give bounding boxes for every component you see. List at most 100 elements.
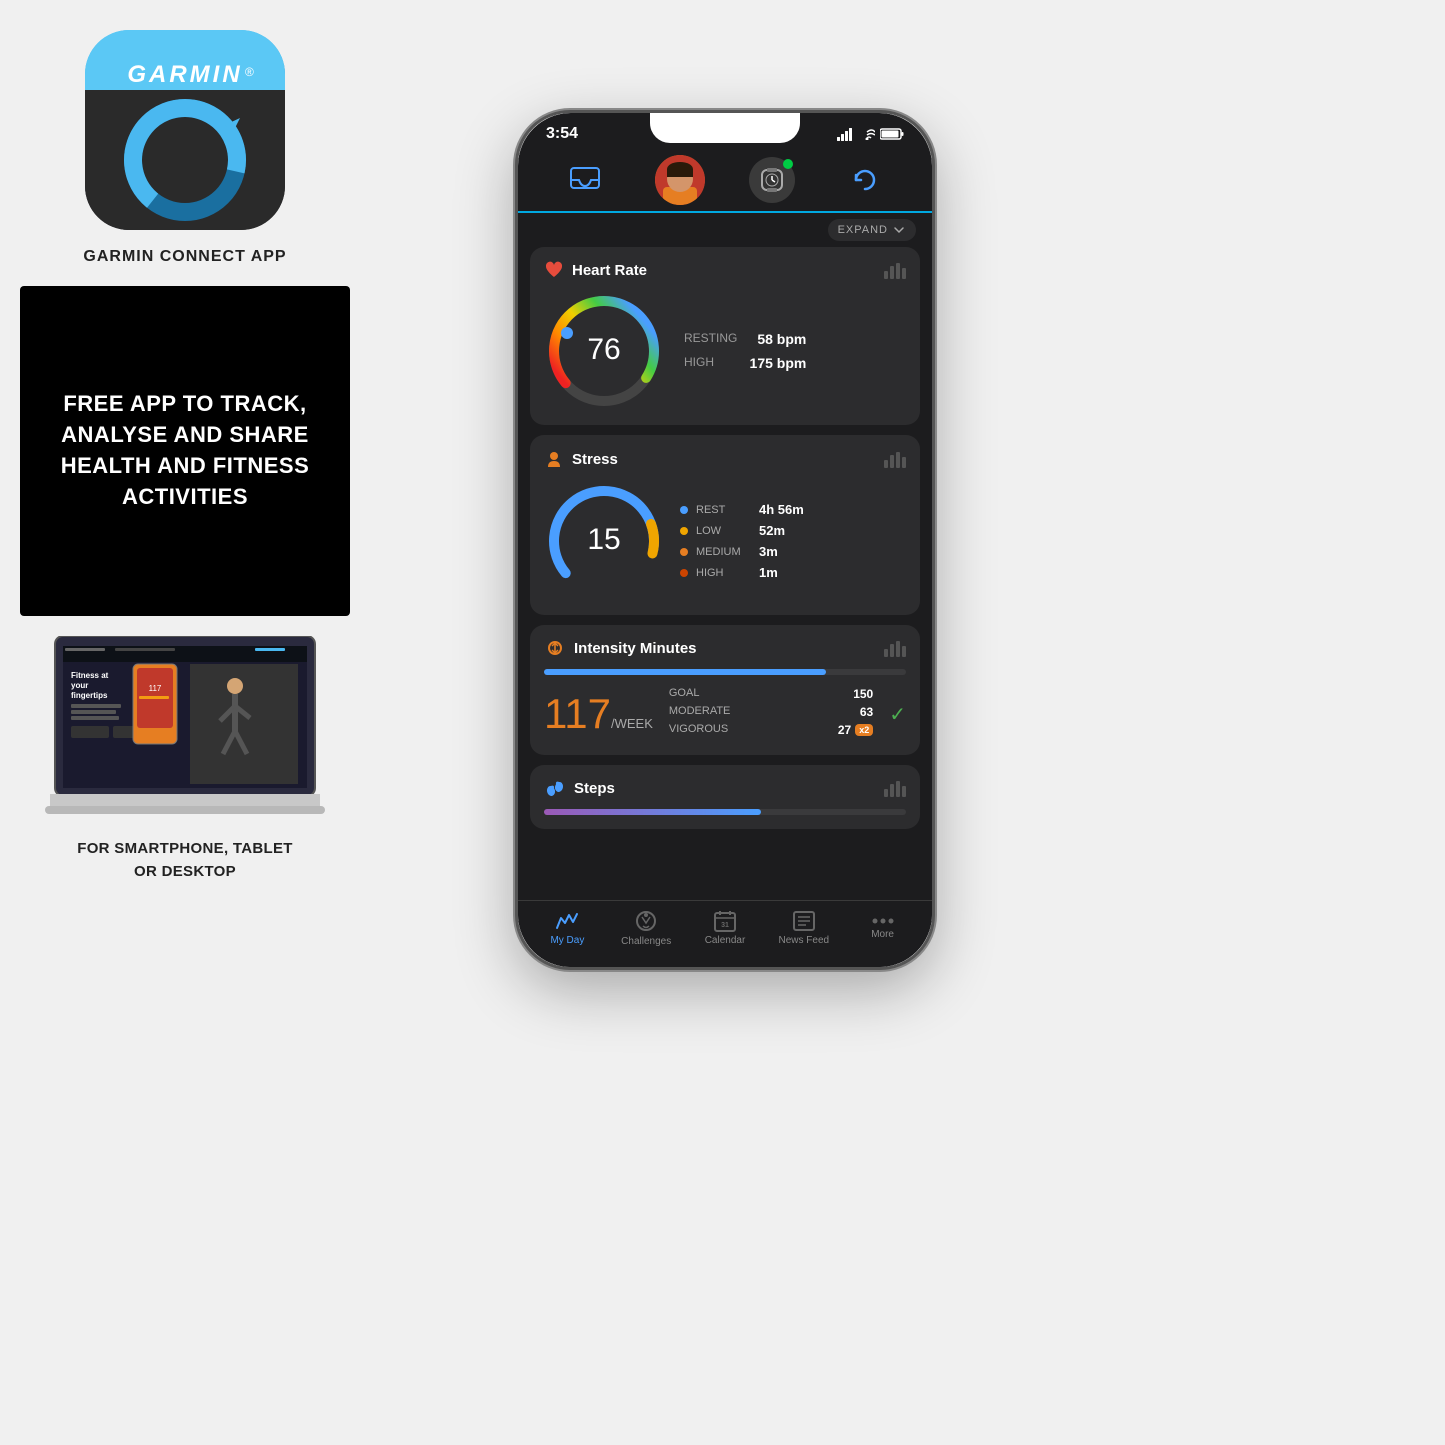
right-panel: 3:54 xyxy=(370,0,1080,1080)
stress-gauge: 15 xyxy=(544,481,664,601)
nav-bar xyxy=(518,147,932,213)
hr-gauge-svg: 76 xyxy=(544,291,664,411)
phone-screen: 3:54 xyxy=(518,113,932,967)
nav-refresh[interactable] xyxy=(840,155,890,205)
tab-my-day[interactable]: My Day xyxy=(528,910,607,946)
low-dot xyxy=(680,527,688,535)
medium-label: MEDIUM xyxy=(696,546,751,558)
goal-value: 150 xyxy=(853,687,873,701)
low-stress-row: LOW 52m xyxy=(680,523,804,538)
svg-text:15: 15 xyxy=(587,523,620,556)
svg-text:76: 76 xyxy=(587,333,620,366)
rest-stress-row: REST 4h 56m xyxy=(680,502,804,517)
laptop-panel: Fitness at your fingertips 117 xyxy=(20,636,350,883)
chart-icon-stress xyxy=(884,450,906,468)
stress-body: 15 REST 4h 56m LOW xyxy=(544,481,906,601)
black-panel-text: FREE APP TO TRACK, ANALYSE AND SHARE HEA… xyxy=(20,369,350,532)
laptop-subtitle: FOR SMARTPHONE, TABLET OR DESKTOP xyxy=(77,838,292,883)
avatar-svg xyxy=(655,155,705,205)
nav-inbox[interactable] xyxy=(560,155,610,205)
intensity-bar-bg xyxy=(544,669,906,675)
svg-text:31: 31 xyxy=(721,922,729,929)
battery-icon xyxy=(880,128,904,140)
svg-text:®: ® xyxy=(245,65,254,79)
my-day-icon xyxy=(555,910,579,932)
intensity-icon xyxy=(544,639,566,657)
black-panel: FREE APP TO TRACK, ANALYSE AND SHARE HEA… xyxy=(20,286,350,616)
svg-text:GARMIN: GARMIN xyxy=(127,61,242,88)
intensity-title: Intensity Minutes xyxy=(574,640,697,657)
user-avatar[interactable] xyxy=(655,155,705,205)
challenges-icon xyxy=(634,909,658,933)
check-mark: ✓ xyxy=(889,702,906,727)
connected-indicator xyxy=(783,159,793,169)
intensity-body: 117/WEEK GOAL 150 MODERATE 63 xyxy=(544,687,906,741)
intensity-stats: GOAL 150 MODERATE 63 VIGOROUS 27 xyxy=(669,687,873,741)
high-stress-row: HIGH 1m xyxy=(680,565,804,580)
intensity-header: Intensity Minutes xyxy=(544,639,906,657)
heart-rate-header: Heart Rate xyxy=(544,261,906,279)
news-feed-label: News Feed xyxy=(779,935,830,946)
resting-hr-row: RESTING 58 bpm xyxy=(684,331,806,347)
status-icons xyxy=(837,128,904,141)
svg-text:Fitness at: Fitness at xyxy=(71,671,109,680)
steps-header: Steps xyxy=(544,779,906,797)
medium-stress-row: MEDIUM 3m xyxy=(680,544,804,559)
steps-title-row: Steps xyxy=(544,779,615,797)
x2-badge: x2 xyxy=(855,724,873,736)
medium-dot xyxy=(680,548,688,556)
intensity-bar-fill xyxy=(544,669,826,675)
moderate-row: MODERATE 63 xyxy=(669,705,873,719)
stress-card: Stress xyxy=(530,435,920,615)
refresh-icon xyxy=(851,166,879,194)
goal-label: GOAL xyxy=(669,687,700,701)
more-icon xyxy=(871,916,895,926)
app-icon: GARMIN ® xyxy=(85,30,285,230)
watch-icon-container[interactable] xyxy=(749,157,795,203)
intensity-card: Intensity Minutes xyxy=(530,625,920,755)
tab-calendar[interactable]: 31 Calendar xyxy=(686,910,765,946)
rest-label: REST xyxy=(696,504,751,516)
high-hr-value: 175 bpm xyxy=(750,355,807,371)
calendar-icon: 31 xyxy=(713,910,737,932)
high-hr-label: HIGH xyxy=(684,355,714,371)
intensity-number-group: 117/WEEK xyxy=(544,690,653,738)
resting-label: RESTING xyxy=(684,331,737,347)
tab-news-feed[interactable]: News Feed xyxy=(764,910,843,946)
app-icon-wrapper: GARMIN ® xyxy=(85,30,285,230)
stress-header: Stress xyxy=(544,449,906,469)
my-day-label: My Day xyxy=(550,935,584,946)
chart-icon-hr xyxy=(884,261,906,279)
tab-more[interactable]: More xyxy=(843,916,922,940)
laptop-image: Fitness at your fingertips 117 xyxy=(35,636,335,826)
phone-notch xyxy=(650,113,800,143)
laptop-svg: Fitness at your fingertips 117 xyxy=(35,636,335,836)
steps-icon xyxy=(544,779,566,797)
left-panel: GARMIN ® GARMIN CONNECT APP FREE APP TO … xyxy=(0,0,370,1080)
low-label: LOW xyxy=(696,525,751,537)
high-hr-row: HIGH 175 bpm xyxy=(684,355,806,371)
chevron-down-icon xyxy=(892,223,906,237)
steps-title: Steps xyxy=(574,780,615,797)
app-title: GARMIN CONNECT APP xyxy=(83,248,286,266)
challenges-label: Challenges xyxy=(621,936,671,947)
tab-challenges[interactable]: Challenges xyxy=(607,909,686,947)
watch-icon xyxy=(758,166,786,194)
more-label: More xyxy=(871,929,894,940)
chart-icon-steps xyxy=(884,779,906,797)
high-stress-value: 1m xyxy=(759,565,778,580)
heart-icon xyxy=(544,261,564,279)
vigorous-row: VIGOROUS 27 x2 xyxy=(669,723,873,737)
low-value: 52m xyxy=(759,523,785,538)
chart-icon-intensity xyxy=(884,639,906,657)
expand-label: EXPAND xyxy=(838,224,888,236)
expand-button[interactable]: EXPAND xyxy=(828,219,916,241)
svg-text:fingertips: fingertips xyxy=(71,691,108,700)
vigorous-label: VIGOROUS xyxy=(669,723,728,737)
rest-dot xyxy=(680,506,688,514)
heart-rate-title-row: Heart Rate xyxy=(544,261,647,279)
phone-device: 3:54 xyxy=(515,110,935,970)
heart-rate-body: 76 RESTING 58 bpm HIGH 175 bpm xyxy=(544,291,906,411)
intensity-title-row: Intensity Minutes xyxy=(544,639,697,657)
rest-value: 4h 56m xyxy=(759,502,804,517)
